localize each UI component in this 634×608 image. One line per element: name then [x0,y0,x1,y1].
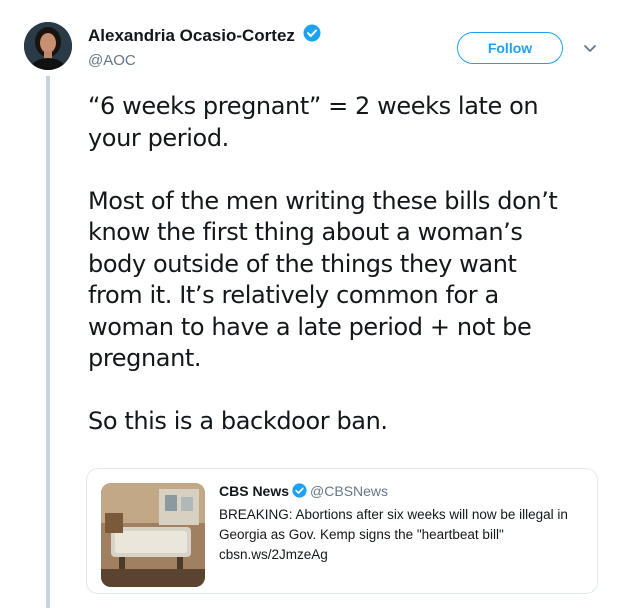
quoted-tweet-thumbnail [101,483,205,587]
quoted-tweet-header: CBS News @CBSNews [219,483,589,501]
quoted-tweet-link[interactable]: cbsn.ws/2JmzeAg [219,545,589,565]
thread-line [46,76,50,608]
quoted-tweet-card[interactable]: CBS News @CBSNews BREAKING: Abortions aft… [86,468,598,594]
author-name[interactable]: Alexandria Ocasio-Cortez [88,26,295,46]
quoted-tweet-body: CBS News @CBSNews BREAKING: Abortions aft… [219,483,589,565]
quoted-author-handle: @CBSNews [310,483,389,499]
tweet-text: “6 weeks pregnant” = 2 weeks late on you… [88,92,558,435]
author-handle[interactable]: @AOC [88,52,321,69]
verified-badge-icon [303,24,321,47]
verified-badge-icon [292,483,307,501]
chevron-down-icon[interactable] [582,42,598,60]
quoted-tweet-text: BREAKING: Abortions after six weeks will… [219,507,568,542]
author-block: Alexandria Ocasio-Cortez @AOC [88,24,321,69]
avatar[interactable] [24,22,72,70]
quoted-author-name: CBS News [219,483,290,499]
follow-button[interactable]: Follow [457,32,563,64]
